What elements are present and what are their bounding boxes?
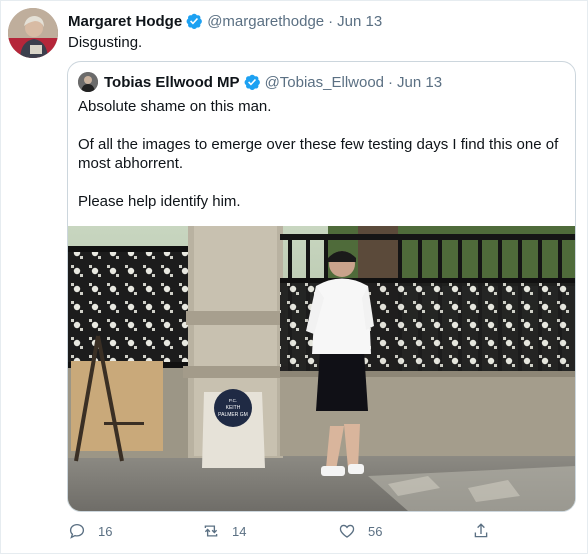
plaque-line: P.C. — [229, 398, 237, 403]
tweet-header: Margaret Hodge @margarethodge · Jun 13 — [68, 11, 382, 31]
reply-button[interactable]: 16 — [68, 520, 112, 542]
retweet-count: 14 — [232, 523, 247, 539]
quoted-tweet-photo[interactable]: P.C. KEITH PALMER GM — [68, 226, 575, 511]
like-button[interactable]: 56 — [338, 520, 382, 542]
reply-count: 16 — [98, 523, 113, 539]
heart-icon — [339, 524, 355, 538]
tweet-text: Disgusting. — [68, 34, 143, 51]
verified-badge-icon — [185, 12, 203, 30]
share-button[interactable] — [472, 520, 502, 542]
author-avatar[interactable] — [8, 8, 58, 58]
plaque-line: KEITH — [226, 405, 241, 411]
quoted-paragraph: Absolute shame on this man. — [78, 98, 272, 115]
author-handle[interactable]: @margarethodge — [207, 13, 324, 30]
quoted-author-name[interactable]: Tobias Ellwood MP — [104, 74, 240, 91]
separator-dot: · — [328, 12, 334, 30]
like-count: 56 — [368, 523, 383, 539]
quoted-tweet-header: Tobias Ellwood MP @Tobias_Ellwood · Jun … — [78, 72, 442, 92]
quoted-paragraph: Please help identify him. — [78, 193, 241, 210]
reply-icon — [69, 523, 85, 539]
quoted-author-avatar — [78, 72, 98, 92]
quoted-author-handle[interactable]: @Tobias_Ellwood — [265, 74, 384, 91]
author-name[interactable]: Margaret Hodge — [68, 13, 182, 30]
tweet-actions: 16 14 56 — [68, 520, 508, 542]
verified-badge-icon — [243, 73, 261, 91]
profile-photo-icon — [8, 8, 58, 58]
photo-scene: P.C. KEITH PALMER GM — [68, 226, 575, 511]
plaque-line: PALMER GM — [218, 412, 248, 418]
retweet-button[interactable]: 14 — [202, 520, 246, 542]
tweet-date[interactable]: Jun 13 — [337, 13, 382, 30]
quoted-tweet-date[interactable]: Jun 13 — [397, 74, 442, 91]
quoted-paragraph: Of all the images to emerge over these f… — [78, 136, 559, 172]
retweet-icon — [204, 525, 218, 537]
separator-dot: · — [388, 73, 394, 91]
share-icon — [474, 523, 488, 538]
quoted-tweet-text: Absolute shame on this man. Of all the i… — [78, 97, 568, 211]
quoted-tweet[interactable]: Tobias Ellwood MP @Tobias_Ellwood · Jun … — [67, 61, 576, 512]
